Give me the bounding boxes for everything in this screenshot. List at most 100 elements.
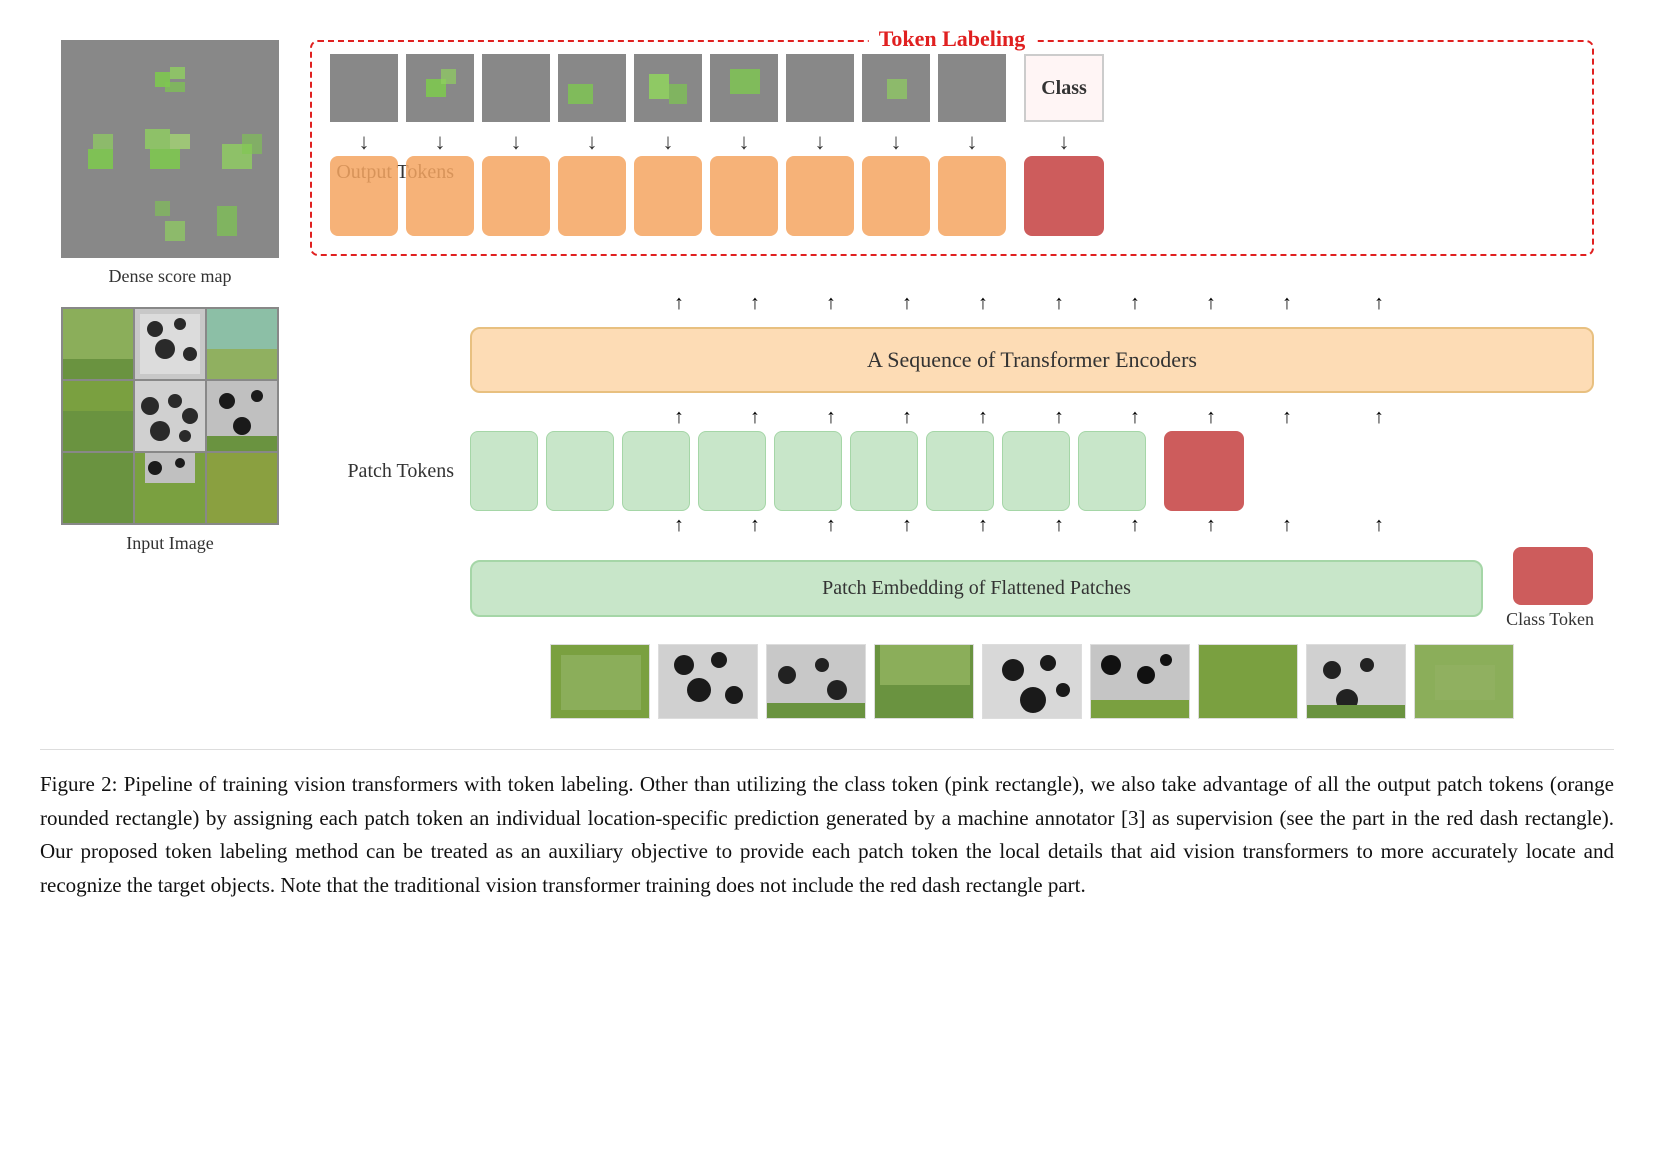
class-box: Class [1024, 54, 1104, 122]
up-arrow-ep-class: ↑ [1339, 514, 1419, 537]
arrow-class: ↓ [1024, 129, 1104, 155]
up-arrow-ep-7: ↑ [1177, 514, 1245, 537]
up-arrow-ep-3: ↑ [873, 514, 941, 537]
output-token-7 [862, 156, 930, 236]
up-arrow-pt-2: ↑ [797, 406, 865, 429]
patch-embed-label: Patch Embedding of Flattened Patches [822, 577, 1131, 599]
up-arrow-pt-3: ↑ [873, 406, 941, 429]
patch-embed-box: Patch Embedding of Flattened Patches [470, 560, 1483, 617]
up-arrow-8: ↑ [1253, 292, 1321, 315]
output-token-2 [482, 156, 550, 236]
dog-cell-4 [135, 381, 205, 451]
output-token-5 [710, 156, 778, 236]
left-panel: Dense score map [60, 40, 280, 554]
patch-token-class [1164, 431, 1244, 511]
up-arrows-patch-transformer: ↑ ↑ ↑ ↑ ↑ ↑ ↑ ↑ ↑ ↑ [645, 403, 1419, 431]
up-arrow-4: ↑ [949, 292, 1017, 315]
dog-bottom-patch-3 [874, 644, 974, 719]
score-cell-0 [63, 42, 133, 112]
patch-token-7 [1002, 431, 1070, 511]
up-arrow-0: ↑ [645, 292, 713, 315]
dog-cell-1 [135, 309, 205, 379]
score-patch-0 [330, 54, 398, 122]
patch-token-0 [470, 431, 538, 511]
arrow-score-3: ↓ [558, 129, 626, 155]
right-panel: Token Labeling [310, 40, 1594, 719]
patch-tokens-row-wrapper: Patch Tokens [310, 431, 1594, 511]
token-labeling-title: Token Labeling [869, 26, 1036, 52]
class-token-group: Class Token [1501, 547, 1594, 630]
score-map-container: Dense score map [61, 40, 279, 287]
dog-cell-3 [63, 381, 133, 451]
arrow-score-1: ↓ [406, 129, 474, 155]
dog-bottom-patch-8 [1414, 644, 1514, 719]
output-token-6 [786, 156, 854, 236]
output-token-1 [406, 156, 474, 236]
output-token-class [1024, 156, 1104, 236]
score-patch-3 [558, 54, 626, 122]
score-patch-5 [710, 54, 778, 122]
arrow-score-8: ↓ [938, 129, 1006, 155]
up-arrow-pt-0: ↑ [645, 406, 713, 429]
up-arrow-6: ↑ [1101, 292, 1169, 315]
up-arrow-ep-8: ↑ [1253, 514, 1321, 537]
up-arrow-2: ↑ [797, 292, 865, 315]
transformer-section: A Sequence of Transformer Encoders [310, 327, 1594, 393]
figure-caption: Figure 2: Pipeline of training vision tr… [40, 749, 1614, 902]
dog-bottom-patch-1 [658, 644, 758, 719]
caption-text: Figure 2: Pipeline of training vision tr… [40, 772, 1614, 897]
score-patch-2 [482, 54, 550, 122]
patch-token-5 [850, 431, 918, 511]
up-arrow-class: ↑ [1339, 292, 1419, 315]
token-labeling-section: Token Labeling [310, 40, 1594, 256]
score-cell-8 [207, 186, 277, 256]
up-arrow-pt-class: ↑ [1339, 406, 1419, 429]
dog-cell-7 [135, 453, 205, 523]
dog-cell-6 [63, 453, 133, 523]
up-arrow-ep-1: ↑ [721, 514, 789, 537]
score-patch-7 [862, 54, 930, 122]
score-cell-5 [207, 114, 277, 184]
arrow-score-4: ↓ [634, 129, 702, 155]
up-arrow-pt-1: ↑ [721, 406, 789, 429]
dog-cell-8 [207, 453, 277, 523]
arrow-score-7: ↓ [862, 129, 930, 155]
score-cell-1 [135, 42, 205, 112]
transformer-box: A Sequence of Transformer Encoders [470, 327, 1594, 393]
input-image-label: Input Image [126, 533, 213, 554]
score-cell-4 [135, 114, 205, 184]
dog-patches-bottom-row [550, 644, 1514, 719]
arrow-score-6: ↓ [786, 129, 854, 155]
dog-cell-0 [63, 309, 133, 379]
patch-token-6 [926, 431, 994, 511]
score-cell-7 [135, 186, 205, 256]
score-patch-4 [634, 54, 702, 122]
dog-bottom-patch-0 [550, 644, 650, 719]
up-arrow-ep-4: ↑ [949, 514, 1017, 537]
up-arrow-3: ↑ [873, 292, 941, 315]
dense-score-label: Dense score map [109, 266, 232, 287]
dog-image-grid [61, 307, 279, 525]
up-arrow-pt-6: ↑ [1101, 406, 1169, 429]
dog-bottom-patch-4 [982, 644, 1082, 719]
dog-bottom-patch-5 [1090, 644, 1190, 719]
class-token-label: Class Token [1506, 609, 1594, 630]
up-arrow-pt-8: ↑ [1253, 406, 1321, 429]
patch-embed-row: Patch Embedding of Flattened Patches Cla… [470, 547, 1594, 630]
dog-bottom-patch-7 [1306, 644, 1406, 719]
up-arrow-7: ↑ [1177, 292, 1245, 315]
patch-embed-section: Patch Embedding of Flattened Patches Cla… [310, 547, 1594, 630]
up-arrow-5: ↑ [1025, 292, 1093, 315]
dog-bottom-patch-2 [766, 644, 866, 719]
arrow-score-0: ↓ [330, 129, 398, 155]
dog-bottom-patch-6 [1198, 644, 1298, 719]
patch-token-1 [546, 431, 614, 511]
input-image-container: Input Image [61, 307, 279, 554]
up-arrow-ep-2: ↑ [797, 514, 865, 537]
up-arrow-ep-0: ↑ [645, 514, 713, 537]
diagram-area: Dense score map [40, 30, 1614, 729]
patch-tokens-label: Patch Tokens [310, 460, 470, 483]
output-token-4 [634, 156, 702, 236]
output-tokens-section [330, 156, 1574, 236]
score-patch-8 [938, 54, 1006, 122]
